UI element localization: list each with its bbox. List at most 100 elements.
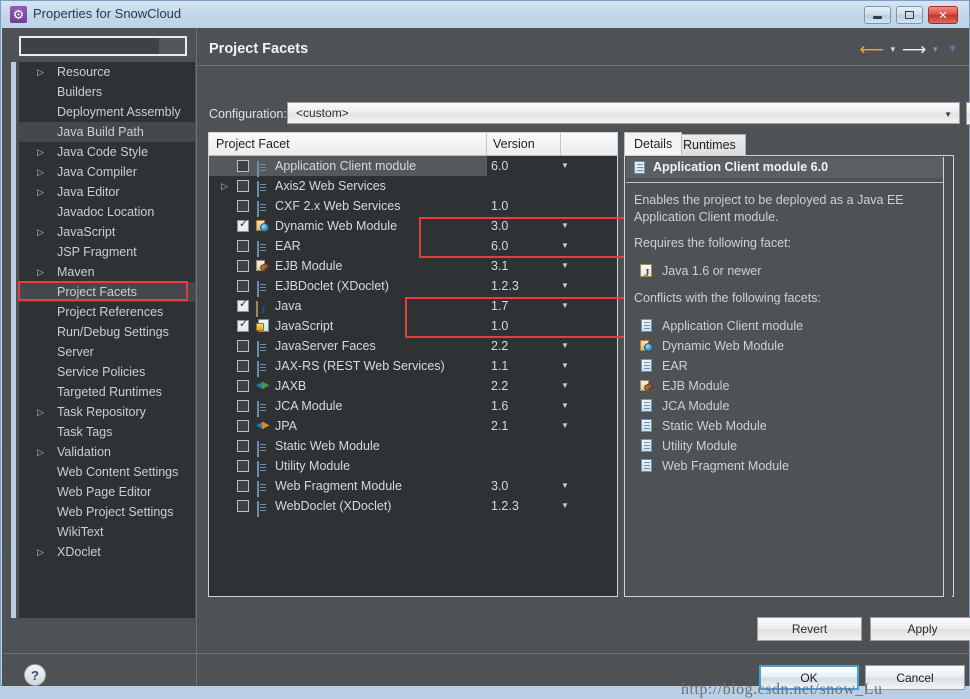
maximize-button[interactable] [896, 6, 923, 24]
chevron-right-icon[interactable]: ▷ [37, 402, 47, 422]
chevron-right-icon[interactable]: ▷ [37, 262, 47, 282]
table-row[interactable]: JPA 2.1 ▼ [209, 416, 617, 436]
chevron-right-icon[interactable]: ▷ [37, 442, 47, 462]
sidebar-item-jsp-fragment[interactable]: JSP Fragment [19, 242, 195, 262]
sidebar-item-project-references[interactable]: Project References [19, 302, 195, 322]
chevron-down-icon[interactable]: ▼ [561, 256, 569, 276]
sidebar-item-web-page-editor[interactable]: Web Page Editor [19, 482, 195, 502]
facet-checkbox[interactable] [237, 180, 249, 192]
menu-chevron-down-icon[interactable]: ▼ [944, 43, 961, 55]
search-input[interactable] [21, 38, 160, 54]
facet-checkbox[interactable] [237, 340, 249, 352]
table-row[interactable]: EJB Module 3.1 ▼ [209, 256, 617, 276]
sidebar-item-deployment-assembly[interactable]: Deployment Assembly [19, 102, 195, 122]
help-button[interactable]: ? [24, 664, 46, 686]
sidebar-item-web-project-settings[interactable]: Web Project Settings [19, 502, 195, 522]
sidebar-item-wikitext[interactable]: WikiText [19, 522, 195, 542]
column-header-version[interactable]: Version [487, 133, 561, 155]
save-as-button[interactable]: Save As... [966, 102, 970, 125]
sidebar-item-java-code-style[interactable]: ▷ Java Code Style [19, 142, 195, 162]
table-row[interactable]: CXF 2.x Web Services 1.0 [209, 196, 617, 217]
table-row[interactable]: Static Web Module [209, 436, 617, 457]
chevron-down-icon[interactable]: ▼ [561, 356, 569, 376]
arrow-right-icon[interactable]: ⟶ [902, 41, 926, 58]
arrow-left-icon[interactable]: ⟵ [860, 41, 884, 58]
chevron-down-icon[interactable]: ▼ [561, 276, 569, 296]
table-row[interactable]: Java 1.7 ▼ [209, 296, 617, 317]
facet-checkbox[interactable] [237, 440, 249, 452]
column-header-facet[interactable]: Project Facet [209, 133, 487, 155]
facet-checkbox[interactable] [237, 160, 249, 172]
facet-checkbox[interactable] [237, 380, 249, 392]
back-chevron-down-icon[interactable]: ▼ [886, 45, 900, 54]
facet-checkbox[interactable] [237, 260, 249, 272]
facet-checkbox[interactable] [237, 217, 249, 232]
chevron-down-icon[interactable]: ▼ [561, 476, 569, 496]
facet-checkbox[interactable] [237, 240, 249, 252]
sidebar-item-resource[interactable]: ▷ Resource [19, 62, 195, 82]
sidebar-item-targeted-runtimes[interactable]: Targeted Runtimes [19, 382, 195, 402]
table-row[interactable]: ▷ Axis2 Web Services [209, 176, 617, 197]
table-row[interactable]: JavaScript 1.0 [209, 316, 617, 336]
chevron-down-icon[interactable]: ▼ [561, 496, 569, 516]
facet-checkbox[interactable] [237, 400, 249, 412]
sidebar-item-builders[interactable]: Builders [19, 82, 195, 102]
chevron-right-icon[interactable]: ▷ [37, 542, 47, 562]
close-button[interactable]: ✕ [928, 6, 958, 24]
sidebar-scroll-rail[interactable] [11, 62, 16, 618]
search-box[interactable] [19, 36, 187, 56]
chevron-right-icon[interactable]: ▷ [37, 182, 47, 202]
sidebar-item-javascript[interactable]: ▷ JavaScript [19, 222, 195, 242]
table-row[interactable]: Application Client module 6.0 ▼ [209, 156, 617, 177]
table-row[interactable]: Dynamic Web Module 3.0 ▼ [209, 216, 617, 236]
table-row[interactable]: EAR 6.0 ▼ [209, 236, 617, 257]
table-row[interactable]: JAX-RS (REST Web Services) 1.1 ▼ [209, 356, 617, 377]
table-row[interactable]: EJBDoclet (XDoclet) 1.2.3 ▼ [209, 276, 617, 297]
forward-chevron-down-icon[interactable]: ▼ [928, 45, 942, 54]
chevron-right-icon[interactable]: ▷ [37, 62, 47, 82]
facet-checkbox[interactable] [237, 500, 249, 512]
facet-checkbox[interactable] [237, 297, 249, 312]
sidebar-item-javadoc-location[interactable]: Javadoc Location [19, 202, 195, 222]
chevron-down-icon[interactable]: ▼ [561, 416, 569, 436]
table-row[interactable]: JavaServer Faces 2.2 ▼ [209, 336, 617, 357]
chevron-down-icon[interactable]: ▼ [561, 336, 569, 356]
facet-checkbox[interactable] [237, 460, 249, 472]
tab-runtimes[interactable]: Runtimes [673, 134, 746, 155]
sidebar-item-maven[interactable]: ▷ Maven [19, 262, 195, 282]
table-row[interactable]: JCA Module 1.6 ▼ [209, 396, 617, 417]
facet-checkbox[interactable] [237, 360, 249, 372]
chevron-down-icon[interactable]: ▼ [561, 156, 569, 176]
sidebar-item-java-editor[interactable]: ▷ Java Editor [19, 182, 195, 202]
table-row[interactable]: JAXB 2.2 ▼ [209, 376, 617, 396]
revert-button[interactable]: Revert [757, 617, 862, 641]
tab-details[interactable]: Details [624, 132, 683, 155]
sidebar-item-task-tags[interactable]: Task Tags [19, 422, 195, 442]
chevron-right-icon[interactable]: ▷ [221, 176, 231, 196]
table-row[interactable]: Utility Module [209, 456, 617, 477]
table-row[interactable]: Web Fragment Module 3.0 ▼ [209, 476, 617, 497]
minimize-button[interactable] [864, 6, 891, 24]
sidebar-item-web-content-settings[interactable]: Web Content Settings [19, 462, 195, 482]
sidebar-item-task-repository[interactable]: ▷ Task Repository [19, 402, 195, 422]
chevron-down-icon[interactable]: ▼ [561, 396, 569, 416]
chevron-down-icon[interactable]: ▼ [561, 236, 569, 256]
sidebar-item-xdoclet[interactable]: ▷ XDoclet [19, 542, 195, 562]
sidebar-item-run-debug-settings[interactable]: Run/Debug Settings [19, 322, 195, 342]
facet-checkbox[interactable] [237, 200, 249, 212]
configuration-select[interactable]: <custom> ▼ [287, 102, 960, 124]
facet-checkbox[interactable] [237, 280, 249, 292]
table-row[interactable]: WebDoclet (XDoclet) 1.2.3 ▼ [209, 496, 617, 517]
chevron-down-icon[interactable]: ▼ [561, 376, 569, 396]
sidebar-item-java-build-path[interactable]: Java Build Path [19, 122, 195, 142]
chevron-down-icon[interactable]: ▼ [561, 296, 569, 316]
chevron-right-icon[interactable]: ▷ [37, 162, 47, 182]
facet-checkbox[interactable] [237, 420, 249, 432]
sidebar-item-java-compiler[interactable]: ▷ Java Compiler [19, 162, 195, 182]
chevron-down-icon[interactable]: ▼ [561, 216, 569, 236]
facet-checkbox[interactable] [237, 480, 249, 492]
facet-checkbox[interactable] [237, 317, 249, 332]
sidebar-item-validation[interactable]: ▷ Validation [19, 442, 195, 462]
details-scrollbar[interactable] [943, 157, 952, 597]
chevron-right-icon[interactable]: ▷ [37, 142, 47, 162]
